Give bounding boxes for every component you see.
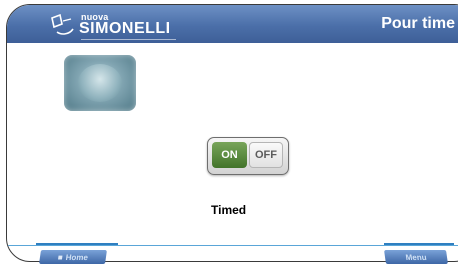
footer-divider — [7, 245, 458, 246]
header-bar: nuova SIMONELLI Pour time — [7, 5, 458, 43]
on-off-toggle[interactable]: ON OFF — [207, 137, 289, 175]
footer-tab-line-left — [36, 243, 118, 245]
toggle-off-button[interactable]: OFF — [249, 142, 283, 168]
simonelli-logo-icon — [51, 14, 74, 35]
page-title: Pour time — [381, 15, 455, 32]
menu-button-label: Menu — [404, 252, 428, 262]
thumb-knob — [78, 64, 122, 102]
home-button[interactable]: ■ Home — [39, 250, 107, 264]
brand-underline — [81, 39, 176, 40]
mode-label: Timed — [211, 203, 247, 217]
toggle-on-button[interactable]: ON — [212, 142, 247, 168]
brand-logo: nuova SIMONELLI — [49, 12, 189, 40]
home-icon: ■ — [57, 252, 64, 262]
coffee-group-icon — [64, 55, 136, 111]
home-button-label: Home — [65, 252, 89, 262]
screen-frame: nuova SIMONELLI Pour time ON OFF Timed — [6, 4, 458, 262]
menu-button[interactable]: Menu — [384, 250, 448, 264]
brand-name: SIMONELLI — [79, 20, 171, 37]
footer-tab-line-right — [384, 243, 454, 245]
